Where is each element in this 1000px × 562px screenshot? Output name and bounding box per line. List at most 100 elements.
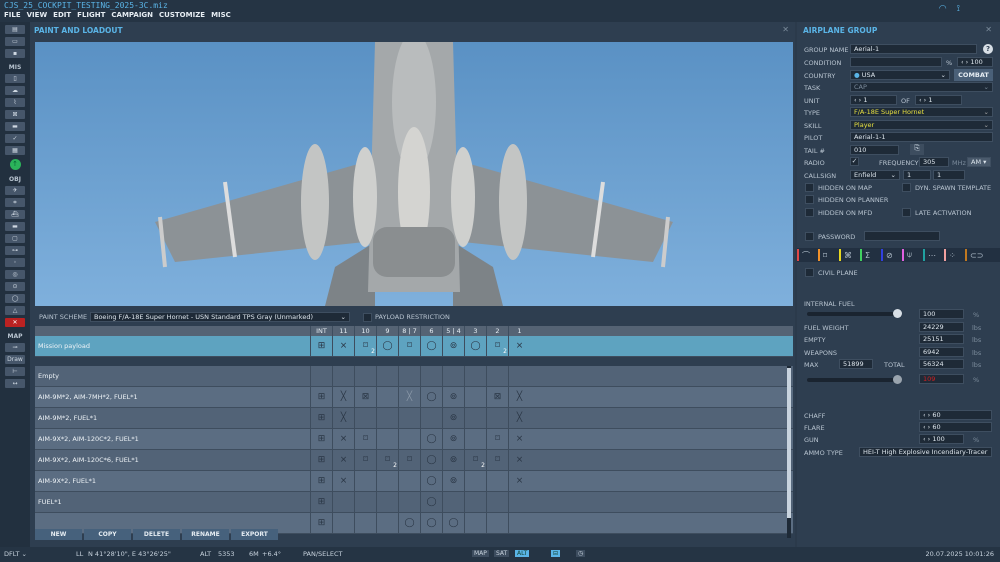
hidden-on-mfd-checkbox[interactable] xyxy=(805,208,814,217)
frequency-input[interactable]: 305 xyxy=(919,157,949,167)
sat-view-button[interactable]: SAT xyxy=(494,550,510,557)
layers-icon[interactable]: ⊟ xyxy=(551,550,561,557)
task-select[interactable]: CAP ⌄ xyxy=(850,82,993,92)
payload-row[interactable]: AIM-9X*2, AIM-120C*2, FUEL*1 ⊞ ⨯ ⌑ ◯ ⊚ ⌑ ⨯ xyxy=(35,429,793,450)
station-cell[interactable]: ◯ xyxy=(442,513,464,533)
station-cell[interactable]: ⊚ xyxy=(442,387,464,407)
copy-tail-icon[interactable]: ⎘ xyxy=(910,144,924,155)
station-cell[interactable] xyxy=(486,513,508,533)
menu-misc[interactable]: MISC xyxy=(211,11,231,19)
station-cell[interactable]: ⌑ xyxy=(354,429,376,449)
station-cell[interactable]: ⊠ xyxy=(486,387,508,407)
station-cell[interactable] xyxy=(398,471,420,491)
station-cell[interactable] xyxy=(464,387,486,407)
station-cell[interactable]: ⊚ xyxy=(442,408,464,428)
station-cell[interactable]: ╳ xyxy=(332,408,354,428)
ammo-type-select[interactable]: HEI-T High Explosive Incendiary-Tracer⌄ xyxy=(859,447,992,457)
formation-icon[interactable]: △ xyxy=(5,306,25,315)
helicopter-icon[interactable]: ⌗ xyxy=(5,198,25,207)
payload-row[interactable]: AIM-9X*2, FUEL*1 ⊞ ⨯ ◯ ⊚ ⨯ xyxy=(35,471,793,492)
menu-view[interactable]: VIEW xyxy=(27,11,48,19)
station-cell[interactable] xyxy=(508,366,530,386)
delete-button[interactable]: DELETE xyxy=(133,529,180,540)
station-cell[interactable] xyxy=(464,471,486,491)
station-cell[interactable] xyxy=(354,492,376,512)
station-cell[interactable] xyxy=(486,366,508,386)
callsign-select[interactable]: Enfield ⌄ xyxy=(850,170,900,180)
new-file-icon[interactable]: ▤ xyxy=(5,25,25,34)
new-button[interactable]: NEW xyxy=(35,529,82,540)
type-select[interactable]: F/A-18E Super Hornet ⌄ xyxy=(850,107,993,117)
farp-icon[interactable]: ◦ xyxy=(5,258,25,267)
group-icon[interactable]: ◯ xyxy=(5,294,25,303)
airplane-icon[interactable]: ✈ xyxy=(5,186,25,195)
station-cell[interactable] xyxy=(376,408,398,428)
station-cell[interactable] xyxy=(442,492,464,512)
station-cell[interactable]: ⌑ xyxy=(398,450,420,470)
late-activation-checkbox[interactable] xyxy=(902,208,911,217)
group-name-input[interactable]: Aerial-1 xyxy=(850,44,977,54)
station-cell[interactable]: ◯ xyxy=(420,336,442,356)
rename-button[interactable]: RENAME xyxy=(182,529,229,540)
weather-icon[interactable]: ☁ xyxy=(5,86,25,95)
station-cell[interactable]: ⊞ xyxy=(310,429,332,449)
export-button[interactable]: EXPORT xyxy=(231,529,278,540)
station-cell[interactable]: ⊞ xyxy=(310,450,332,470)
station-cell[interactable] xyxy=(508,513,530,533)
station-cell[interactable]: ◯ xyxy=(420,471,442,491)
station-cell[interactable] xyxy=(354,366,376,386)
alt-view-button[interactable]: ALT xyxy=(515,550,530,557)
target-zone-icon[interactable]: ◎ xyxy=(5,270,25,279)
station-cell[interactable] xyxy=(376,513,398,533)
help-icon[interactable]: ? xyxy=(983,44,993,54)
station-cell[interactable]: ◯ xyxy=(420,429,442,449)
menu-file[interactable]: FILE xyxy=(4,11,21,19)
password-checkbox[interactable] xyxy=(805,232,814,241)
station-cell[interactable] xyxy=(354,408,376,428)
station-cell[interactable] xyxy=(398,408,420,428)
payload-row[interactable]: FUEL*1 ⊞ ◯ xyxy=(35,492,793,513)
save-icon[interactable]: ▪ xyxy=(5,49,25,58)
station-cell[interactable]: ⊠ xyxy=(354,387,376,407)
station-cell[interactable] xyxy=(464,366,486,386)
modulation-select[interactable]: AM ▾ xyxy=(967,157,991,167)
station-cell[interactable]: ╳ xyxy=(398,387,420,407)
station-cell[interactable]: ⌑ 2 xyxy=(354,336,376,356)
station-cell[interactable] xyxy=(354,471,376,491)
draw-button[interactable]: Draw xyxy=(5,355,25,364)
route-icon[interactable]: ⌇ xyxy=(5,98,25,107)
internal-fuel-slider[interactable] xyxy=(807,309,902,318)
condition-input[interactable] xyxy=(850,57,942,67)
dyn-spawn-checkbox[interactable] xyxy=(902,183,911,192)
station-cell[interactable]: ⌑ xyxy=(486,429,508,449)
ground-unit-icon[interactable]: ▬ xyxy=(5,222,25,231)
station-cell[interactable]: ◯ xyxy=(464,336,486,356)
country-select[interactable]: ● USA ⌄ xyxy=(850,70,950,80)
scrollbar-thumb[interactable] xyxy=(787,368,791,518)
pilot-input[interactable]: Aerial-1-1 xyxy=(850,132,993,142)
station-cell[interactable]: ╳ xyxy=(332,387,354,407)
station-cell[interactable]: ⌑ xyxy=(354,450,376,470)
payload-row[interactable]: Mission payload ⊞ ⨯ ⌑ 2 ◯ ⌑ ◯ ⊚ ◯ ⌑ 2 ⨯ xyxy=(35,336,793,357)
station-cell[interactable]: ╳ xyxy=(508,387,530,407)
station-cell[interactable] xyxy=(464,513,486,533)
trigger-zone-icon[interactable]: ⊠ xyxy=(5,110,25,119)
station-cell[interactable]: ⊞ xyxy=(310,336,332,356)
civil-plane-checkbox[interactable] xyxy=(805,268,814,277)
station-cell[interactable] xyxy=(332,513,354,533)
tab-route[interactable]: ⌒ xyxy=(797,248,817,262)
payload-row[interactable]: AIM-9M*2, FUEL*1 ⊞ ╳ ⊚ ╳ xyxy=(35,408,793,429)
unit-of-stepper[interactable]: ‹ › 1 xyxy=(915,95,962,105)
station-cell[interactable]: ⨯ xyxy=(332,429,354,449)
goals-icon[interactable]: ▦ xyxy=(5,146,25,155)
paint-scheme-select[interactable]: Boeing F/A-18E Super Hornet - USN Standa… xyxy=(90,312,350,322)
station-cell[interactable]: ◯ xyxy=(420,513,442,533)
station-cell[interactable] xyxy=(332,366,354,386)
menu-edit[interactable]: EDIT xyxy=(53,11,71,19)
station-cell[interactable] xyxy=(332,492,354,512)
check-icon[interactable]: ✓ xyxy=(5,134,25,143)
copy-button[interactable]: COPY xyxy=(84,529,131,540)
payload-row[interactable]: Empty xyxy=(35,366,793,387)
station-cell[interactable]: ⌑ 2 xyxy=(486,336,508,356)
map-view-button[interactable]: MAP xyxy=(472,550,489,557)
